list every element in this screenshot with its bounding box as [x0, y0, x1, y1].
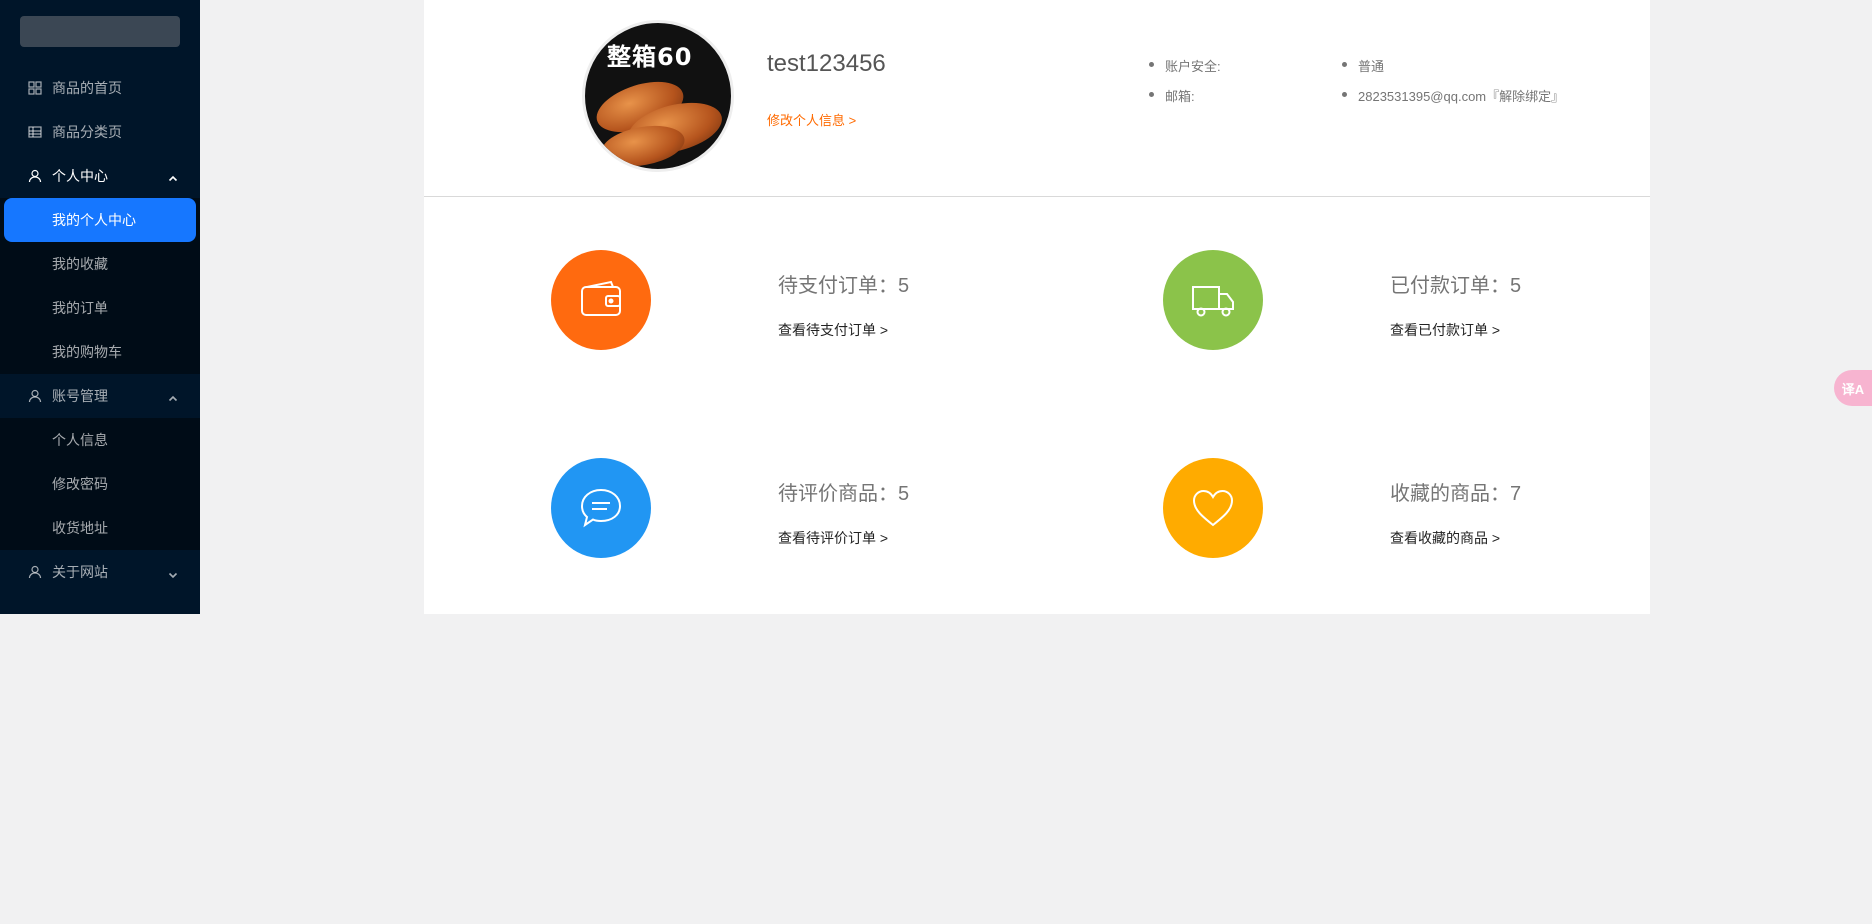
stat-circle: [551, 250, 651, 350]
menu-item-label: 商品的首页: [52, 80, 122, 96]
sub-item-label: 我的个人中心: [52, 212, 136, 228]
sub-item-label: 我的收藏: [52, 256, 108, 272]
stat-pending-review: 待评价商品：5 查看待评价订单 >: [551, 458, 1111, 568]
profile-section: 整箱60 test123456 修改个人信息 > 账户安全: 邮箱: 普通 28…: [424, 0, 1650, 197]
edit-profile-link[interactable]: 修改个人信息 >: [767, 110, 856, 129]
view-pending-payment-link[interactable]: 查看待支付订单 >: [778, 320, 888, 340]
stat-title: 待评价商品：5: [778, 483, 910, 505]
menu-item-personal-center[interactable]: 个人中心: [0, 154, 200, 198]
translate-icon: 译A: [1841, 381, 1865, 397]
user-icon: [28, 389, 42, 403]
submenu-account: 个人信息 修改密码 收货地址: [0, 418, 200, 550]
sub-item-shipping-address[interactable]: 收货地址: [0, 506, 200, 550]
info-label-email: 邮箱:: [1147, 86, 1221, 116]
account-info-labels: 账户安全: 邮箱:: [1147, 56, 1221, 116]
menu-item-home[interactable]: 商品的首页: [0, 66, 200, 110]
stat-circle: [1163, 250, 1263, 350]
sub-item-change-password[interactable]: 修改密码: [0, 462, 200, 506]
sub-item-label: 修改密码: [52, 476, 108, 492]
chevron-up-icon: [168, 391, 178, 402]
stat-paid-orders: 已付款订单：5 查看已付款订单 >: [1163, 250, 1723, 360]
info-label-security: 账户安全:: [1147, 56, 1221, 86]
info-value-email: 2823531395@qq.com『解除绑定』: [1340, 86, 1564, 116]
translate-float-button[interactable]: 译A: [1834, 370, 1872, 406]
sub-item-label: 收货地址: [52, 520, 108, 536]
sub-item-orders[interactable]: 我的订单: [0, 286, 200, 330]
table-icon: [28, 125, 42, 139]
account-info-values: 普通 2823531395@qq.com『解除绑定』: [1340, 56, 1564, 116]
chevron-up-icon: [168, 171, 178, 182]
chevron-down-icon: [168, 567, 178, 579]
wallet-icon: [581, 280, 621, 316]
menu-item-about[interactable]: 关于网站: [0, 550, 200, 594]
menu-item-label: 商品分类页: [52, 124, 122, 140]
stat-title: 收藏的商品：7: [1390, 483, 1522, 505]
chat-bubble-icon: [580, 488, 622, 528]
stat-circle: [551, 458, 651, 558]
view-pending-review-link[interactable]: 查看待评价订单 >: [778, 528, 888, 548]
logo-placeholder: [20, 16, 180, 47]
stat-circle: [1163, 458, 1263, 558]
view-favorites-link[interactable]: 查看收藏的商品 >: [1390, 528, 1500, 548]
main-panel: 整箱60 test123456 修改个人信息 > 账户安全: 邮箱: 普通 28…: [424, 0, 1650, 614]
view-paid-orders-link[interactable]: 查看已付款订单 >: [1390, 320, 1500, 340]
menu-item-label: 账号管理: [52, 388, 108, 404]
submenu-personal-center: 我的个人中心 我的收藏 我的订单 我的购物车: [0, 198, 200, 374]
avatar-banner-text: 整箱60: [607, 43, 693, 71]
avatar[interactable]: 整箱60: [582, 20, 734, 172]
sub-item-label: 我的订单: [52, 300, 108, 316]
menu-item-label: 关于网站: [52, 564, 108, 580]
stat-favorites: 收藏的商品：7 查看收藏的商品 >: [1163, 458, 1723, 568]
sidebar-menu: 商品的首页 商品分类页 个人中心 我的个人中心 我的收藏 我的订单 我的购物车: [0, 66, 200, 594]
stat-pending-payment: 待支付订单：5 查看待支付订单 >: [551, 250, 1111, 360]
sub-item-label: 我的购物车: [52, 344, 122, 360]
sub-item-cart[interactable]: 我的购物车: [0, 330, 200, 374]
stat-title: 待支付订单：5: [778, 275, 910, 297]
username: test123456: [767, 50, 886, 77]
menu-item-account[interactable]: 账号管理: [0, 374, 200, 418]
user-icon: [28, 169, 42, 183]
sub-item-favorites[interactable]: 我的收藏: [0, 242, 200, 286]
truck-icon: [1192, 286, 1234, 317]
heart-icon: [1192, 489, 1234, 527]
sub-item-personal-info[interactable]: 个人信息: [0, 418, 200, 462]
sidebar: 商品的首页 商品分类页 个人中心 我的个人中心 我的收藏 我的订单 我的购物车: [0, 0, 200, 614]
menu-item-category[interactable]: 商品分类页: [0, 110, 200, 154]
sub-item-label: 个人信息: [52, 432, 108, 448]
sub-item-my-center[interactable]: 我的个人中心: [4, 198, 196, 242]
dashboard-icon: [28, 81, 42, 95]
stat-title: 已付款订单：5: [1390, 275, 1522, 297]
menu-item-label: 个人中心: [52, 168, 108, 184]
info-value-security: 普通: [1340, 56, 1564, 86]
user-icon: [28, 565, 42, 579]
